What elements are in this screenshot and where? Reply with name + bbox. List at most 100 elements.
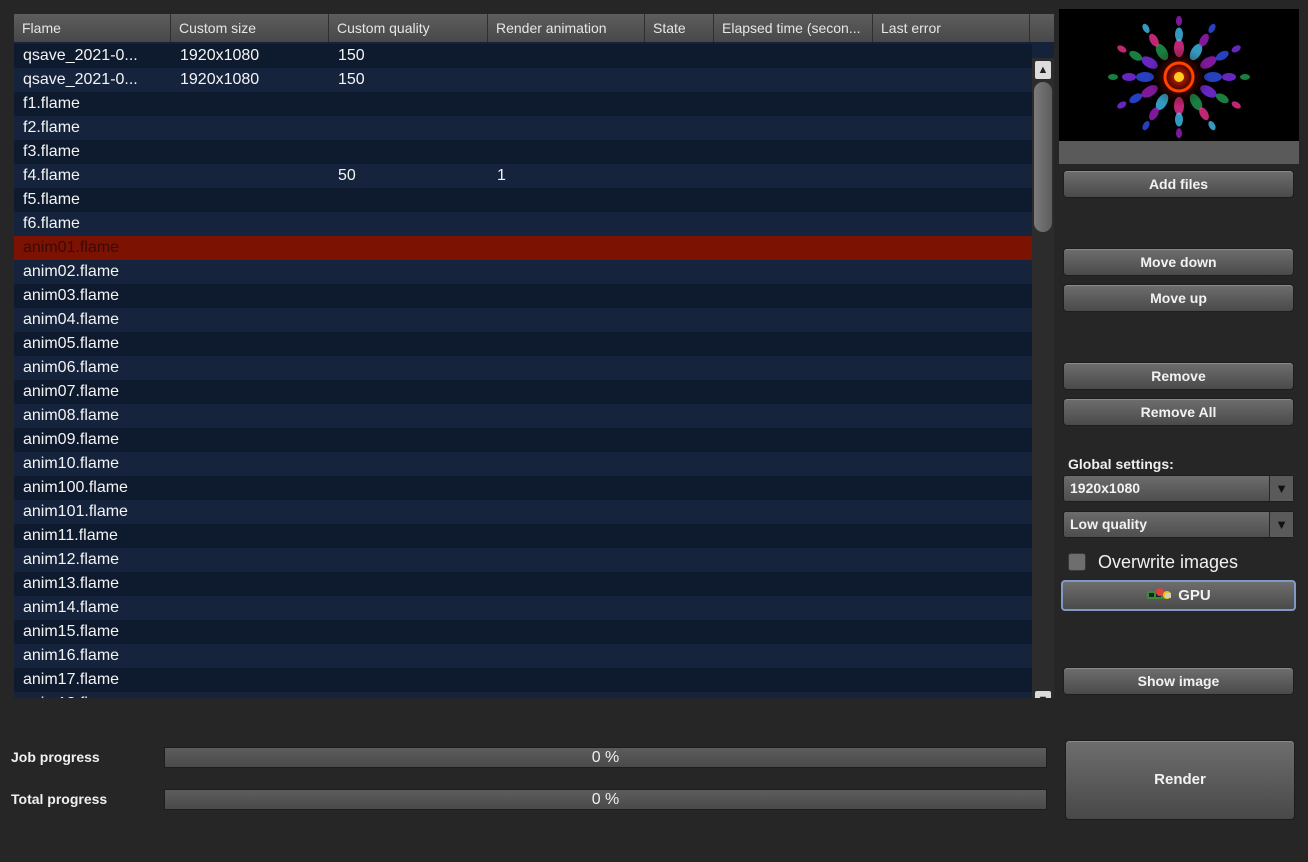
table-row[interactable]: qsave_2021-0... 1920x1080 150: [14, 68, 1032, 92]
table-cell: [329, 284, 488, 308]
table-row[interactable]: anim10.flame: [14, 452, 1032, 476]
table-cell: [488, 260, 645, 284]
table-cell: [873, 260, 1030, 284]
column-header[interactable]: State: [645, 14, 714, 42]
add-files-button[interactable]: Add files: [1063, 170, 1294, 198]
table-row[interactable]: anim08.flame: [14, 404, 1032, 428]
table-row[interactable]: anim13.flame: [14, 572, 1032, 596]
table-row[interactable]: anim09.flame: [14, 428, 1032, 452]
table-cell: anim09.flame: [23, 431, 120, 448]
table-cell: [873, 668, 1030, 692]
table-row[interactable]: anim11.flame: [14, 524, 1032, 548]
render-button[interactable]: Render: [1065, 740, 1295, 820]
table-row[interactable]: anim05.flame: [14, 332, 1032, 356]
table-cell: [645, 68, 714, 92]
table-row[interactable]: anim01.flame: [14, 236, 1032, 260]
remove-button[interactable]: Remove: [1063, 362, 1294, 390]
table-row[interactable]: anim100.flame: [14, 476, 1032, 500]
table-row[interactable]: anim03.flame: [14, 284, 1032, 308]
table-cell: [488, 476, 645, 500]
table-body[interactable]: qsave_2021-0... 1920x1080 150 qsave_2021-0.…: [14, 44, 1032, 698]
overwrite-images-checkbox[interactable]: [1068, 553, 1086, 571]
table-cell: [714, 596, 873, 620]
table-row[interactable]: anim17.flame: [14, 668, 1032, 692]
flame-table[interactable]: Flame Custom size Custom quality Render ani…: [14, 14, 1054, 698]
scroll-down-arrow-icon[interactable]: ▼: [1035, 691, 1051, 698]
table-cell: [488, 92, 645, 116]
table-cell: [873, 44, 1030, 68]
table-row[interactable]: f4.flame 50 1: [14, 164, 1032, 188]
move-down-button[interactable]: Move down: [1063, 248, 1294, 276]
table-cell: [714, 548, 873, 572]
move-up-button[interactable]: Move up: [1063, 284, 1294, 312]
table-row[interactable]: f3.flame: [14, 140, 1032, 164]
table-cell: [714, 356, 873, 380]
table-cell: [645, 92, 714, 116]
table-cell: [488, 236, 645, 260]
column-header[interactable]: Render animation: [488, 14, 645, 42]
table-cell: f3.flame: [23, 143, 80, 160]
column-header[interactable]: Elapsed time (secon...: [714, 14, 873, 42]
scroll-up-arrow-icon[interactable]: ▲: [1035, 61, 1051, 79]
job-progress-label: Job progress: [11, 749, 100, 765]
table-cell: [645, 260, 714, 284]
table-cell: 150: [338, 47, 365, 64]
gpu-button[interactable]: GPU: [1061, 580, 1296, 611]
column-header[interactable]: Flame: [14, 14, 171, 42]
table-cell: [329, 188, 488, 212]
table-row[interactable]: anim101.flame: [14, 500, 1032, 524]
table-cell: [329, 596, 488, 620]
table-row[interactable]: anim02.flame: [14, 260, 1032, 284]
table-cell: [714, 404, 873, 428]
table-cell: [714, 164, 873, 188]
table-cell: [488, 188, 645, 212]
table-row[interactable]: anim12.flame: [14, 548, 1032, 572]
table-cell: [714, 572, 873, 596]
table-row[interactable]: anim16.flame: [14, 644, 1032, 668]
column-header[interactable]: Custom quality: [329, 14, 488, 42]
table-cell: [329, 620, 488, 644]
table-cell: [488, 332, 645, 356]
table-row[interactable]: f1.flame: [14, 92, 1032, 116]
table-row[interactable]: f5.flame: [14, 188, 1032, 212]
table-cell: [714, 332, 873, 356]
table-row[interactable]: qsave_2021-0... 1920x1080 150: [14, 44, 1032, 68]
table-cell: [329, 644, 488, 668]
table-cell: 150: [338, 71, 365, 88]
chevron-down-icon[interactable]: ▼: [1269, 476, 1293, 501]
table-row[interactable]: anim14.flame: [14, 596, 1032, 620]
column-header[interactable]: Last error: [873, 14, 1030, 42]
table-row[interactable]: anim18.flame: [14, 692, 1032, 698]
column-header[interactable]: Custom size: [171, 14, 329, 42]
table-cell: [714, 140, 873, 164]
overwrite-images-option[interactable]: Overwrite images: [1068, 551, 1238, 573]
scrollbar-thumb[interactable]: [1034, 82, 1052, 232]
table-cell: [645, 452, 714, 476]
table-cell: [645, 332, 714, 356]
table-row[interactable]: f2.flame: [14, 116, 1032, 140]
vertical-scrollbar[interactable]: ▲ ▼: [1032, 58, 1054, 698]
table-cell: [873, 68, 1030, 92]
table-cell: anim01.flame: [23, 239, 120, 256]
table-cell: anim13.flame: [23, 575, 120, 592]
table-row[interactable]: anim06.flame: [14, 356, 1032, 380]
table-cell: [873, 308, 1030, 332]
table-cell: [171, 404, 329, 428]
table-row[interactable]: f6.flame: [14, 212, 1032, 236]
table-cell: [171, 164, 329, 188]
size-select[interactable]: 1920x1080 ▼: [1063, 475, 1294, 502]
table-row[interactable]: anim07.flame: [14, 380, 1032, 404]
quality-select[interactable]: Low quality ▼: [1063, 511, 1294, 538]
table-cell: [488, 116, 645, 140]
remove-all-button[interactable]: Remove All: [1063, 398, 1294, 426]
show-image-button[interactable]: Show image: [1063, 667, 1294, 695]
table-cell: anim11.flame: [23, 527, 118, 544]
table-row[interactable]: anim15.flame: [14, 620, 1032, 644]
table-cell: [645, 668, 714, 692]
table-cell: [714, 380, 873, 404]
chevron-down-icon[interactable]: ▼: [1269, 512, 1293, 537]
table-cell: [329, 404, 488, 428]
table-row[interactable]: anim04.flame: [14, 308, 1032, 332]
table-cell: anim10.flame: [23, 455, 120, 472]
table-cell: [329, 236, 488, 260]
